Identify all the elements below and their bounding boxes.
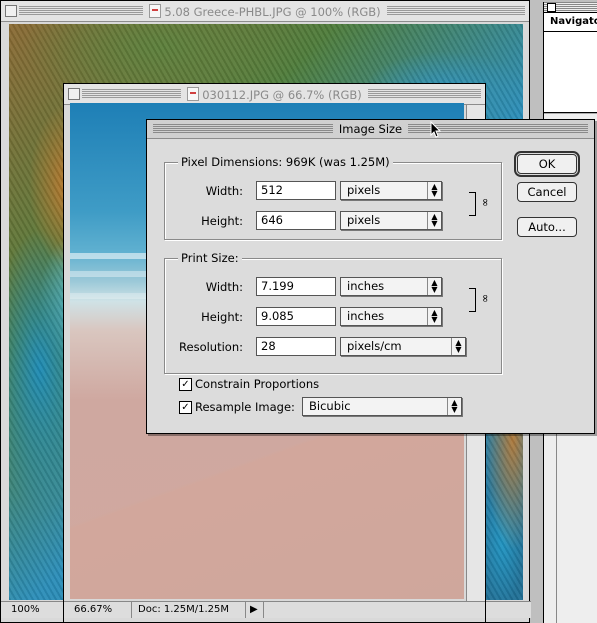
navigator-titlebar[interactable] bbox=[544, 2, 597, 13]
pixel-link-bracket bbox=[469, 192, 476, 216]
image-size-dialog: Image Size Pixel Dimensions: 969K (was 1… bbox=[146, 119, 595, 434]
print-width-unit: inches bbox=[347, 279, 385, 293]
navigator-content bbox=[544, 32, 597, 112]
pixel-height-input[interactable]: 646 bbox=[256, 211, 336, 230]
document-icon bbox=[187, 87, 200, 101]
mouse-cursor-icon bbox=[430, 121, 442, 138]
resolution-unit-select[interactable]: pixels/cm ▲ ▼ bbox=[340, 337, 466, 356]
greece-zoom-level[interactable]: 100% bbox=[5, 602, 65, 618]
constrain-proportions-checkbox[interactable]: ✓ bbox=[179, 378, 192, 391]
resolution-input[interactable]: 28 bbox=[256, 337, 336, 356]
popup-arrows-icon: ▲ ▼ bbox=[447, 398, 461, 415]
print-height-unit-select[interactable]: inches ▲ ▼ bbox=[340, 307, 442, 326]
print-height-unit: inches bbox=[347, 309, 385, 323]
document-icon bbox=[149, 4, 162, 18]
resample-image-checkbox[interactable]: ✓ bbox=[179, 401, 192, 414]
beach-window-titlebar[interactable]: 030112.JPG @ 66.7% (RGB) bbox=[64, 84, 485, 105]
ok-button[interactable]: OK bbox=[514, 151, 580, 177]
resample-image-label[interactable]: Resample Image: bbox=[195, 400, 295, 414]
popup-arrows-icon: ▲ ▼ bbox=[427, 308, 441, 325]
document-size-readout: Doc: 1.25M/1.25M bbox=[132, 602, 246, 618]
pixel-width-unit-select[interactable]: pixels ▲ ▼ bbox=[340, 181, 442, 200]
print-width-unit-select[interactable]: inches ▲ ▼ bbox=[340, 277, 442, 296]
greece-window-title: 5.08 Greece-PHBL.JPG @ 100% (RGB) bbox=[164, 5, 381, 19]
popup-arrows-icon: ▲ ▼ bbox=[427, 212, 441, 229]
resample-method: Bicubic bbox=[309, 399, 351, 413]
popup-arrows-icon: ▲ ▼ bbox=[427, 278, 441, 295]
print-width-label: Width: bbox=[205, 280, 243, 294]
beach-zoom-level[interactable]: 66.67% bbox=[68, 602, 132, 618]
pixel-height-unit-select[interactable]: pixels ▲ ▼ bbox=[340, 211, 442, 230]
dialog-titlebar[interactable]: Image Size bbox=[147, 120, 594, 139]
print-height-label: Height: bbox=[201, 310, 243, 324]
pixel-width-label: Width: bbox=[205, 184, 243, 198]
pixel-constrain-link-icon: ∞ bbox=[479, 197, 493, 208]
print-link-bracket bbox=[469, 288, 476, 312]
beach-window-title: 030112.JPG @ 66.7% (RGB) bbox=[202, 88, 362, 102]
constrain-proportions-label[interactable]: Constrain Proportions bbox=[195, 377, 319, 391]
pixel-height-unit: pixels bbox=[347, 213, 381, 227]
greece-window-titlebar[interactable]: 5.08 Greece-PHBL.JPG @ 100% (RGB) bbox=[1, 1, 529, 22]
popup-arrows-icon: ▲ ▼ bbox=[451, 338, 465, 355]
pixel-dimensions-heading: Pixel Dimensions: 969K (was 1.25M) bbox=[178, 155, 393, 169]
popup-arrows-icon: ▲ ▼ bbox=[427, 182, 441, 199]
status-menu-arrow-icon[interactable]: ▶ bbox=[246, 602, 264, 618]
print-size-label: Print Size: bbox=[178, 251, 242, 265]
pixel-width-input[interactable]: 512 bbox=[256, 181, 336, 200]
pixel-dimensions-size: 969K (was 1.25M) bbox=[285, 155, 390, 169]
print-constrain-link-icon: ∞ bbox=[479, 293, 493, 304]
pixel-height-label: Height: bbox=[201, 214, 243, 228]
dialog-title: Image Size bbox=[332, 122, 409, 136]
resample-method-select[interactable]: Bicubic ▲ ▼ bbox=[302, 397, 462, 416]
navigator-tab[interactable]: Navigator bbox=[544, 13, 597, 32]
navigator-close-icon[interactable] bbox=[547, 3, 556, 12]
auto-button[interactable]: Auto... bbox=[517, 217, 577, 237]
print-width-input[interactable]: 7.199 bbox=[256, 277, 336, 296]
pixel-width-unit: pixels bbox=[347, 183, 381, 197]
resolution-label: Resolution: bbox=[179, 340, 243, 354]
cancel-button[interactable]: Cancel bbox=[517, 182, 577, 202]
beach-status-bar: 66.67% Doc: 1.25M/1.25M ▶ bbox=[64, 601, 485, 618]
navigator-tab-label: Navigator bbox=[550, 16, 597, 27]
print-height-input[interactable]: 9.085 bbox=[256, 307, 336, 326]
resolution-unit: pixels/cm bbox=[347, 339, 402, 353]
pixel-dimensions-label: Pixel Dimensions: bbox=[181, 155, 283, 169]
